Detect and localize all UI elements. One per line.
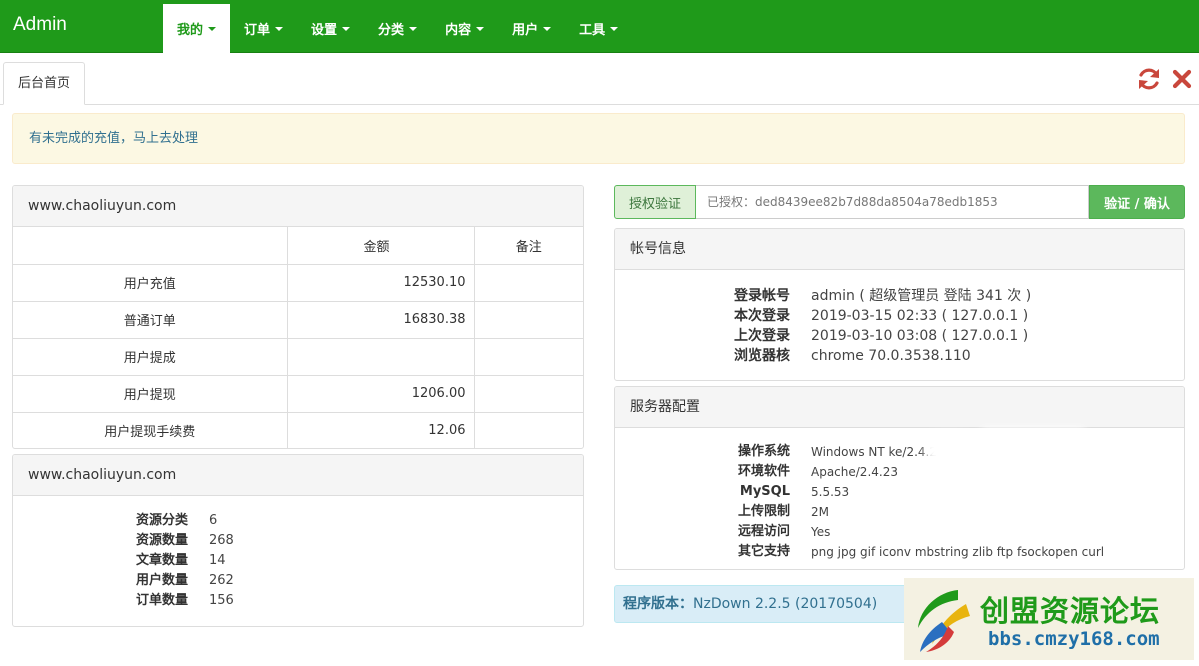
finance-table: 金额 备注 用户充值 12530.10 普通订单 16830.38 用户提成 用… <box>13 227 583 448</box>
column-header <box>13 227 288 265</box>
verify-button[interactable]: 验证 / 确认 <box>1089 185 1185 219</box>
nav-item-orders[interactable]: 订单 <box>230 4 297 53</box>
caret-down-icon <box>476 26 485 31</box>
row-note <box>474 375 583 413</box>
nav-item-tools[interactable]: 工具 <box>565 4 632 53</box>
main-nav: 我的 订单 设置 分类 内容 用户 工具 <box>163 4 632 53</box>
watermark-logo-icon <box>918 590 970 652</box>
server-config-panel: 服务器配置 操作系统 Windows NT ke/2.4.2 环境软件 Apac… <box>614 386 1185 570</box>
watermark-title: 创盟资源论坛 <box>980 594 1161 628</box>
stat-value: 268 <box>209 533 234 548</box>
stat-value: 156 <box>209 593 234 608</box>
panel-title: 帐号信息 <box>615 229 1184 270</box>
license-label: 授权验证 <box>614 185 696 219</box>
nav-item-settings[interactable]: 设置 <box>297 4 364 53</box>
info-value: png jpg gif iconv mbstring zlib ftp fsoc… <box>811 545 1105 559</box>
info-label: 浏览器核 <box>734 348 790 364</box>
nav-item-mine[interactable]: 我的 <box>163 4 231 53</box>
stat-value: 262 <box>209 573 234 588</box>
refresh-icon[interactable] <box>1135 65 1163 93</box>
column-header: 备注 <box>474 227 583 265</box>
info-label: 操作系统 <box>737 444 790 459</box>
panel-title: www.chaoliuyun.com <box>13 455 583 496</box>
row-note <box>474 264 583 302</box>
caret-down-icon <box>342 26 351 31</box>
row-name: 普通订单 <box>13 301 288 339</box>
info-label: 环境软件 <box>737 464 790 479</box>
brand-logo[interactable]: Admin <box>13 14 67 36</box>
column-header: 金额 <box>287 227 475 265</box>
stat-label: 资源分类 <box>135 513 188 528</box>
info-value: chrome 70.0.3538.110 <box>811 348 971 364</box>
nav-item-categories[interactable]: 分类 <box>364 4 431 53</box>
stat-label: 用户数量 <box>135 573 188 588</box>
row-amount: 16830.38 <box>287 301 475 339</box>
panel-title: www.chaoliuyun.com <box>13 186 583 227</box>
row-name: 用户提成 <box>13 338 288 376</box>
info-label: MySQL <box>739 484 790 499</box>
caret-down-icon <box>275 26 284 31</box>
row-amount: 12530.10 <box>287 264 475 302</box>
row-name: 用户提现 <box>13 375 288 413</box>
top-navbar: Admin 我的 订单 设置 分类 内容 用户 工具 <box>0 0 1199 53</box>
tab-dashboard[interactable]: 后台首页 <box>3 62 86 105</box>
table-row: 用户充值 12530.10 <box>13 264 583 302</box>
redaction-blur <box>978 428 1088 466</box>
info-label: 上次登录 <box>734 328 790 344</box>
server-info-list: 操作系统 Windows NT ke/2.4.2 环境软件 Apache/2.4… <box>615 428 1184 562</box>
row-amount <box>287 338 475 376</box>
row-name: 用户充值 <box>13 264 288 302</box>
site-watermark: 创盟资源论坛 bbs.cmzy168.com <box>904 578 1194 660</box>
info-value: admin ( 超级管理员 登陆 341 次 ) <box>811 288 1032 304</box>
nav-item-content[interactable]: 内容 <box>431 4 498 53</box>
row-note <box>474 338 583 376</box>
tab-bar: 后台首页 <box>0 62 1199 105</box>
license-key-field[interactable]: 已授权：ded8439ee82b7d88da8504a78edb1853 <box>696 185 1089 219</box>
table-row: 用户提现手续费 12.06 <box>13 412 583 448</box>
row-note <box>474 412 583 448</box>
nav-item-users[interactable]: 用户 <box>498 4 565 53</box>
version-label: 程序版本： <box>623 596 693 612</box>
account-info-list: 登录帐号 admin ( 超级管理员 登陆 341 次 ) 本次登录 2019-… <box>615 270 1184 366</box>
info-value: 2M <box>811 505 829 519</box>
stat-value: 14 <box>209 553 226 568</box>
finance-stats-panel: www.chaoliuyun.com 金额 备注 用户充值 12530.10 普… <box>12 185 584 449</box>
version-value: NzDown 2.2.5 (20170504) <box>693 596 878 612</box>
redaction-blur <box>925 433 973 463</box>
stat-label: 资源数量 <box>135 533 188 548</box>
stat-label: 订单数量 <box>135 593 188 608</box>
watermark-url: bbs.cmzy168.com <box>988 628 1160 650</box>
info-label: 远程访问 <box>737 524 790 539</box>
stat-label: 文章数量 <box>135 553 188 568</box>
caret-down-icon <box>208 26 217 31</box>
close-icon[interactable] <box>1168 65 1196 93</box>
resource-stats-panel: www.chaoliuyun.com 资源分类 6 资源数量 268 文章数量 … <box>12 454 584 627</box>
account-info-panel: 帐号信息 登录帐号 admin ( 超级管理员 登陆 341 次 ) 本次登录 … <box>614 228 1185 381</box>
panel-title: 服务器配置 <box>615 387 1184 428</box>
info-value: 5.5.53 <box>811 485 850 499</box>
info-value: Yes <box>811 525 831 539</box>
table-row: 普通订单 16830.38 <box>13 301 583 339</box>
row-amount: 1206.00 <box>287 375 475 413</box>
table-row: 用户提现 1206.00 <box>13 375 583 413</box>
info-label: 其它支持 <box>737 544 790 559</box>
info-label: 本次登录 <box>734 308 790 324</box>
caret-down-icon <box>543 26 552 31</box>
table-header-row: 金额 备注 <box>13 227 583 265</box>
resource-list: 资源分类 6 资源数量 268 文章数量 14 用户数量 262 订单数量 15… <box>13 496 583 611</box>
caret-down-icon <box>610 26 619 31</box>
info-value: 2019-03-10 03:08 ( 127.0.0.1 ) <box>811 328 1029 344</box>
row-amount: 12.06 <box>287 412 475 448</box>
info-value: 2019-03-15 02:33 ( 127.0.0.1 ) <box>811 308 1029 324</box>
license-verify-group: 授权验证 已授权：ded8439ee82b7d88da8504a78edb185… <box>614 185 1185 219</box>
caret-down-icon <box>409 26 418 31</box>
row-name: 用户提现手续费 <box>13 412 288 448</box>
table-row: 用户提成 <box>13 338 583 376</box>
recharge-alert[interactable]: 有未完成的充值，马上去处理 <box>12 113 1185 164</box>
info-label: 登录帐号 <box>734 288 790 304</box>
stat-value: 6 <box>209 513 218 528</box>
info-label: 上传限制 <box>737 504 790 519</box>
row-note <box>474 301 583 339</box>
